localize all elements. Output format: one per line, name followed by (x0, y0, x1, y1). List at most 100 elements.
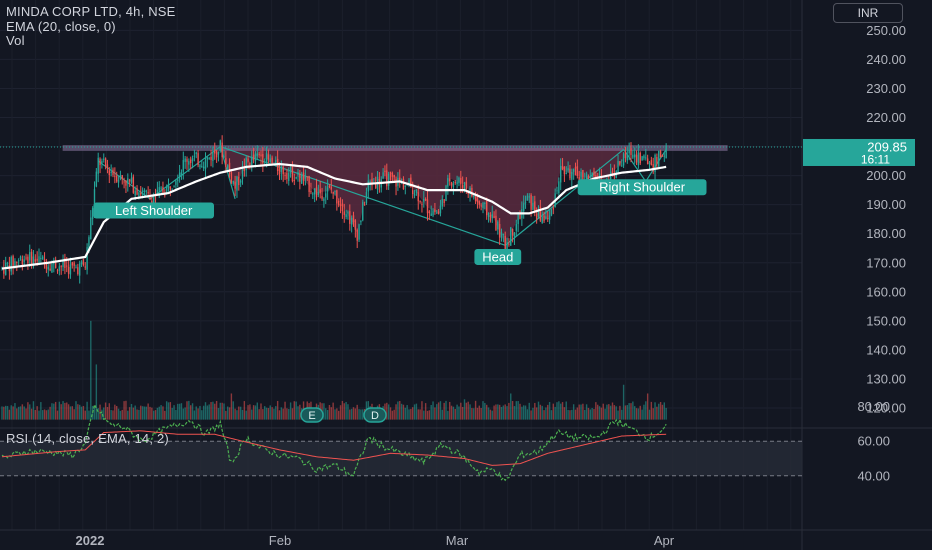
candle-body (323, 198, 325, 202)
volume-bar (515, 401, 517, 420)
price-tick-label: 150.00 (866, 313, 906, 328)
volume-bar (171, 407, 173, 420)
candle-body (145, 190, 147, 192)
volume-bar (412, 407, 414, 420)
candle-body (487, 213, 490, 217)
candle-body (197, 153, 199, 166)
volume-bar (506, 406, 508, 420)
volume-bar (119, 410, 122, 420)
candle-body (393, 175, 395, 178)
volume-bar (513, 406, 516, 420)
volume-bar (143, 406, 146, 420)
candle-body (40, 257, 42, 259)
candle-body (67, 266, 70, 274)
candle-body (382, 172, 384, 179)
volume-bar (40, 402, 42, 420)
currency-button[interactable]: INR (833, 3, 903, 23)
volume-bar (399, 400, 401, 420)
volume-bar (473, 408, 475, 420)
candle-body (474, 196, 477, 202)
volume-bar (291, 408, 294, 420)
volume-bar (228, 407, 231, 420)
candle-body (160, 187, 162, 189)
volume-bar (336, 408, 338, 420)
candle-body (517, 213, 519, 225)
pattern-annotations[interactable]: Left Shoulder Head Right Shoulder (93, 179, 707, 265)
volume-bar (626, 405, 628, 420)
rsi-legend[interactable]: RSI (14, close, EMA, 14, 2) (6, 431, 169, 446)
volume-bar (456, 404, 458, 420)
price-axis[interactable]: 250.00240.00230.00220.00210.00200.00190.… (857, 23, 906, 483)
volume-bar (432, 401, 434, 420)
time-axis[interactable]: 2022 Feb Mar Apr (76, 533, 675, 548)
candle-body (589, 176, 591, 178)
volume-bar (572, 404, 575, 420)
volume-bar (358, 409, 360, 420)
candle-body (77, 267, 79, 275)
candle-body (25, 257, 27, 259)
candle-body (574, 167, 577, 169)
volume-bar (654, 402, 656, 420)
volume-bar (334, 409, 336, 420)
volume-bar (116, 405, 118, 420)
volume-bar (489, 409, 492, 420)
candle-body (91, 208, 94, 219)
candle-body (288, 173, 290, 182)
volume-bar (271, 407, 273, 420)
price-chart[interactable]: Left Shoulder Head Right Shoulder 250.00 24… (0, 0, 932, 550)
volume-bar (593, 409, 595, 420)
price-tick-label: 220.00 (866, 110, 906, 125)
volume-event-markers[interactable]: ED (300, 407, 387, 423)
volume-bar (360, 409, 362, 420)
volume-bar (110, 410, 112, 420)
candle-body (541, 216, 543, 224)
event-marker-label[interactable]: D (371, 410, 379, 422)
volume-bar (330, 407, 332, 420)
volume-bar (79, 404, 81, 420)
candle-body (572, 168, 575, 172)
candle-body (430, 213, 432, 216)
volume-bar (450, 405, 453, 420)
volume-bar (338, 410, 340, 420)
candle-body (635, 154, 638, 163)
volume-bar (204, 402, 207, 420)
vol-legend[interactable]: Vol (6, 33, 25, 48)
volume-bar (567, 409, 569, 420)
candle-body (34, 259, 36, 262)
volume-bar (25, 408, 27, 420)
time-tick-label: Apr (654, 533, 675, 548)
candle-body (195, 152, 197, 155)
volume-bar (523, 405, 525, 420)
candle-body (125, 180, 127, 186)
candle-body (617, 161, 619, 173)
candle-body (545, 216, 547, 220)
volume-bar (661, 404, 664, 420)
volume-bar (49, 406, 51, 420)
volume-bar (276, 400, 279, 420)
volume-bar (82, 405, 85, 420)
ema-legend[interactable]: EMA (20, close, 0) (6, 19, 116, 34)
candle-body (569, 168, 571, 179)
symbol-legend[interactable]: MINDA CORP LTD, 4h, NSE (6, 4, 176, 19)
annotation-label[interactable]: Left Shoulder (115, 203, 193, 218)
event-marker-label[interactable]: E (308, 410, 315, 422)
volume-bar (424, 403, 427, 420)
candle-body (117, 179, 120, 183)
annotation-label[interactable]: Right Shoulder (599, 180, 686, 195)
volume-bar (341, 400, 344, 420)
volume-bar (406, 405, 408, 420)
annotation-label[interactable]: Head (482, 249, 513, 264)
volume-bar (339, 405, 342, 420)
candle-body (180, 172, 183, 176)
candle-body (328, 185, 331, 187)
candle-body (365, 192, 368, 204)
volume-bar (665, 407, 667, 420)
volume-bar (293, 401, 295, 420)
candle-body (643, 155, 645, 159)
volume-bar (658, 403, 660, 420)
candle-body (449, 178, 451, 182)
candle-body (334, 190, 336, 192)
candle-body (628, 149, 630, 154)
volume-bar (121, 409, 123, 420)
price-tick-label: 160.00 (866, 284, 906, 299)
